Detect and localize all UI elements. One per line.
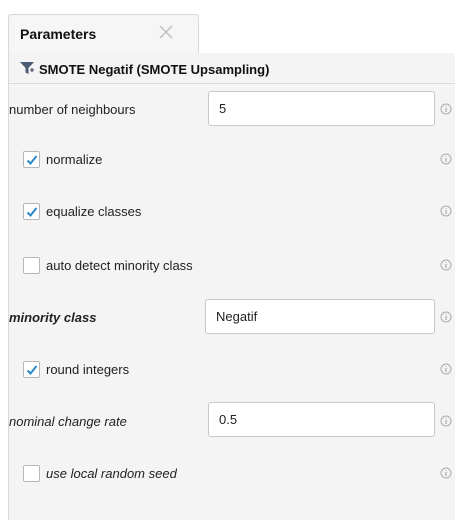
param-label-nominal-rate: nominal change rate [9, 414, 127, 429]
info-icon[interactable] [440, 467, 452, 479]
tab-label: Parameters [20, 26, 97, 42]
operator-title: SMOTE Negatif (SMOTE Upsampling) [39, 62, 270, 77]
param-label-minority-class: minority class [9, 310, 97, 325]
info-icon[interactable] [440, 153, 452, 165]
equalize-label: equalize classes [46, 204, 142, 219]
close-icon[interactable] [156, 22, 176, 42]
info-icon[interactable] [440, 259, 452, 271]
normalize-checkbox[interactable] [23, 151, 40, 168]
tab-parameters[interactable]: Parameters [8, 14, 199, 54]
param-row-round-integers: round integers [9, 353, 455, 385]
minority-class-input[interactable] [205, 299, 435, 334]
info-icon[interactable] [440, 205, 452, 217]
info-icon[interactable] [440, 311, 452, 323]
normalize-label: normalize [46, 152, 103, 167]
neighbours-input[interactable] [208, 91, 435, 126]
param-row-local-seed: use local random seed [9, 457, 455, 489]
parameters-panel: Parameters SMOTE Negatif (SMOTE Upsampli… [0, 0, 455, 520]
parameters-content: SMOTE Negatif (SMOTE Upsampling) number … [8, 53, 455, 520]
param-row-equalize: equalize classes [9, 195, 455, 227]
param-row-nominal-rate: nominal change rate [9, 400, 455, 440]
local-seed-checkbox[interactable] [23, 465, 40, 482]
round-integers-label: round integers [46, 362, 130, 377]
filter-icon [19, 60, 35, 76]
equalize-checkbox[interactable] [23, 203, 40, 220]
info-icon[interactable] [440, 415, 452, 427]
operator-header: SMOTE Negatif (SMOTE Upsampling) [9, 53, 455, 84]
auto-detect-checkbox[interactable] [23, 257, 40, 274]
info-icon[interactable] [440, 103, 452, 115]
round-integers-checkbox[interactable] [23, 361, 40, 378]
tab-bar: Parameters [0, 0, 455, 54]
local-seed-label: use local random seed [46, 466, 177, 481]
nominal-rate-input[interactable] [208, 402, 435, 437]
info-icon[interactable] [440, 363, 452, 375]
auto-detect-label: auto detect minority class [46, 258, 193, 273]
param-row-auto-detect: auto detect minority class [9, 249, 455, 281]
param-label-neighbours: number of neighbours [9, 102, 136, 117]
param-row-neighbours: number of neighbours [9, 89, 455, 129]
param-row-normalize: normalize [9, 143, 455, 175]
param-row-minority-class: minority class [9, 297, 455, 337]
